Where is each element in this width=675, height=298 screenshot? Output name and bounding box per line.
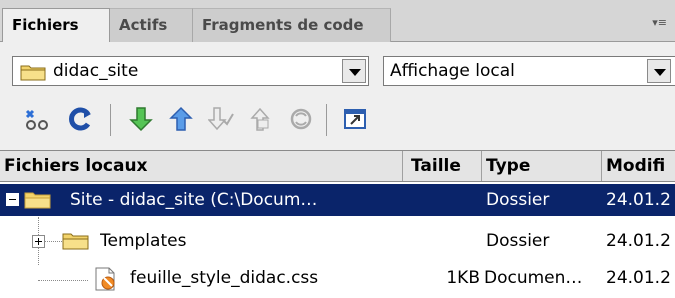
tree-line [44, 241, 62, 242]
connect-icon[interactable] [22, 104, 52, 134]
toolbar-icon-row [0, 100, 675, 140]
css-file-icon [95, 267, 115, 291]
file-modified: 24.01.2 [606, 231, 671, 251]
column-header-modified[interactable]: Modifi [602, 151, 675, 181]
toolbar-separator [326, 104, 327, 136]
put-up-arrow-icon[interactable] [166, 104, 196, 134]
check-out-icon[interactable] [206, 104, 236, 134]
folder-icon [24, 192, 51, 209]
site-select[interactable]: didac_site [12, 56, 369, 86]
file-size [404, 184, 478, 216]
get-down-arrow-icon[interactable] [126, 104, 156, 134]
file-name: Templates [100, 231, 187, 251]
file-list-header: Fichiers locaux Taille Type Modifi [0, 150, 675, 182]
view-select-value: Affichage local [390, 61, 515, 81]
refresh-icon[interactable] [66, 104, 96, 134]
collapse-icon[interactable] [6, 193, 19, 206]
table-row[interactable]: Templates Dossier 24.01.2 [0, 217, 675, 265]
column-header-size[interactable]: Taille [403, 151, 482, 181]
synchronize-icon[interactable] [286, 104, 316, 134]
files-toolbar: didac_site Affichage local [0, 42, 675, 150]
check-in-icon[interactable] [246, 104, 276, 134]
file-type: Documen… [484, 268, 583, 288]
column-header-name[interactable]: Fichiers locaux [0, 151, 403, 181]
chevron-down-icon[interactable] [342, 59, 366, 83]
expand-panel-icon[interactable] [340, 104, 370, 134]
table-row[interactable]: Site - didac_site (C:\Docum… Dossier 24.… [0, 184, 675, 216]
site-select-value: didac_site [53, 61, 139, 81]
file-name: Site - didac_site (C:\Docum… [70, 190, 318, 210]
tab-fragments-de-code[interactable]: Fragments de code [193, 8, 391, 42]
file-size [404, 225, 478, 257]
file-name: feuille_style_didac.css [130, 268, 319, 288]
file-modified: 24.01.2 [606, 268, 671, 288]
tab-fichiers[interactable]: Fichiers [2, 8, 110, 43]
folder-icon [20, 65, 46, 81]
tree-line [38, 280, 88, 281]
toolbar-separator [110, 104, 111, 136]
chevron-down-icon[interactable] [647, 59, 671, 83]
tab-actifs[interactable]: Actifs [110, 8, 193, 42]
expand-icon[interactable] [32, 235, 45, 248]
file-modified: 24.01.2 [606, 190, 671, 210]
table-row[interactable]: feuille_style_didac.css 1KB Documen… 24.… [0, 262, 675, 294]
file-type: Dossier [486, 231, 550, 251]
file-size: 1KB [446, 268, 480, 288]
panel-tab-bar: Fichiers Actifs Fragments de code ▾≡ [0, 0, 675, 43]
view-select[interactable]: Affichage local [383, 56, 675, 86]
folder-icon [62, 233, 89, 250]
panel-options-icon[interactable]: ▾≡ [652, 16, 667, 29]
file-type: Dossier [486, 190, 550, 210]
column-header-type[interactable]: Type [482, 151, 602, 181]
